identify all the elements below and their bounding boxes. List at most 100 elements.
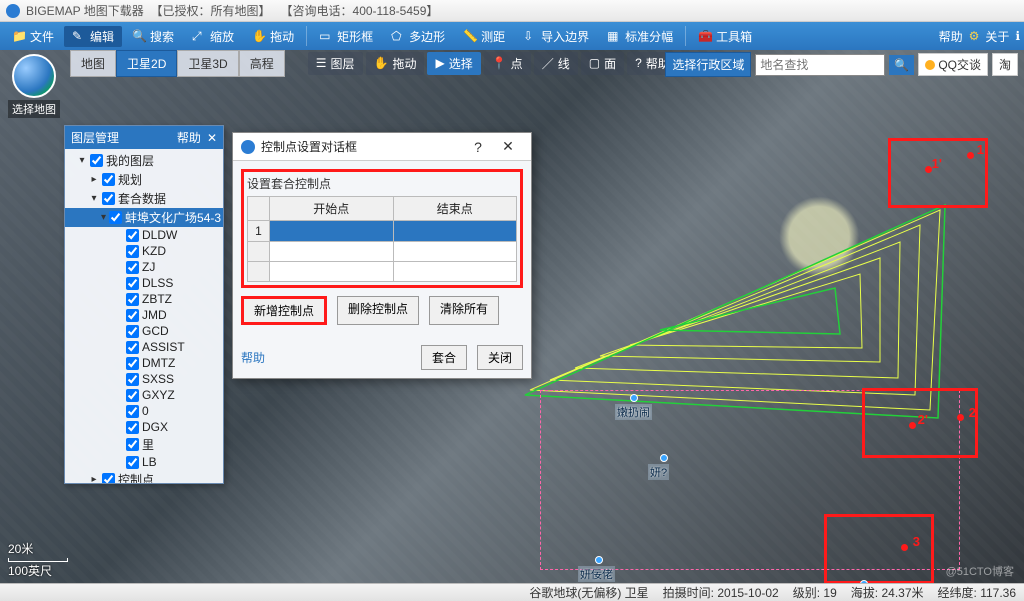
marker-3[interactable] [595, 556, 603, 564]
marker-2-label: 妍? [648, 464, 669, 480]
dialog-help-link[interactable]: 帮助 [241, 349, 265, 366]
rect-button[interactable]: ▭矩形框 [311, 26, 381, 47]
title-bar: BIGEMAP 地图下载器 【已授权：所有地图】 【咨询电话： 400-118-… [0, 0, 1024, 22]
place-search-input[interactable] [755, 54, 885, 76]
tree-node-plan[interactable]: ▸规划 [65, 170, 223, 189]
tree-leaf[interactable]: DLSS [65, 275, 223, 291]
point-tool[interactable]: 📍点 [484, 52, 531, 75]
tree-leaf[interactable]: JMD [65, 307, 223, 323]
tree-leaf[interactable]: ASSIST [65, 339, 223, 355]
edit-button[interactable]: ✎编辑 [64, 26, 122, 47]
point-1[interactable] [967, 152, 974, 159]
zoom-button[interactable]: ⤢缩放 [184, 26, 242, 47]
measure-button[interactable]: 📏测距 [455, 26, 513, 47]
taobao-button[interactable]: 淘 [992, 53, 1018, 76]
pin-icon: 📍 [492, 56, 507, 70]
tab-sat2d[interactable]: 卫星2D [116, 50, 177, 77]
info-icon[interactable]: ℹ [1015, 29, 1020, 43]
point-2[interactable] [957, 414, 964, 421]
table-row[interactable]: 1 [248, 221, 517, 242]
phone-label: 【咨询电话： [281, 2, 353, 19]
map-select-panel[interactable]: 选择地图 [8, 54, 60, 118]
layer-panel-header[interactable]: 图层管理 帮助 ✕ [65, 126, 223, 149]
clear-all-button[interactable]: 清除所有 [429, 296, 499, 325]
highlight-box-1 [888, 138, 988, 208]
tree-leaf[interactable]: ZBTZ [65, 291, 223, 307]
polygon-button[interactable]: ⬠多边形 [383, 26, 453, 47]
tree-node-controlpt[interactable]: ▸控制点 [65, 470, 223, 483]
chevron-right-icon[interactable]: ▸ [89, 474, 99, 483]
standard-button[interactable]: ▦标准分幅 [599, 26, 681, 47]
toolbox-icon: 🧰 [698, 29, 712, 43]
tree-leaf[interactable]: LB [65, 454, 223, 470]
dialog-icon [241, 140, 255, 154]
search-button[interactable]: 🔍搜索 [124, 26, 182, 47]
qq-chat-button[interactable]: QQ交谈 [918, 53, 988, 76]
tree-checkbox[interactable] [90, 154, 103, 167]
tree-leaf[interactable]: KZD [65, 243, 223, 259]
delete-point-button[interactable]: 删除控制点 [337, 296, 419, 325]
tree-leaf[interactable]: SXSS [65, 371, 223, 387]
layer-panel-close-icon[interactable]: ✕ [207, 131, 217, 145]
toolbox-button[interactable]: 🧰工具箱 [690, 26, 760, 47]
tree-node-overlay[interactable]: ▾套合数据 [65, 189, 223, 208]
dialog-titlebar[interactable]: 控制点设置对话框 ? ✕ [233, 133, 531, 161]
tree-leaf[interactable]: DMTZ [65, 355, 223, 371]
scale-meters: 20米 [8, 540, 68, 557]
tree-leaf[interactable]: DLDW [65, 227, 223, 243]
apply-button[interactable]: 套合 [421, 345, 467, 370]
layer-panel-help[interactable]: 帮助 [177, 129, 201, 146]
help-link[interactable]: 帮助 [939, 28, 963, 45]
tree-leaf[interactable]: ZJ [65, 259, 223, 275]
hand-icon: ✋ [252, 29, 266, 43]
layer-tree[interactable]: ▾我的图层 ▸规划 ▾套合数据 ▾蚌埠文化广场54-3 DLDWKZDZJDLS… [65, 149, 223, 483]
tree-leaf[interactable]: DGX [65, 419, 223, 435]
tree-leaf[interactable]: 0 [65, 403, 223, 419]
tab-elev[interactable]: 高程 [239, 50, 285, 77]
tree-root[interactable]: ▾我的图层 [65, 151, 223, 170]
layer-tool[interactable]: ☰图层 [308, 52, 363, 75]
marker-2[interactable] [660, 454, 668, 462]
chevron-down-icon[interactable]: ▾ [89, 193, 99, 204]
drag-button[interactable]: ✋拖动 [244, 26, 302, 47]
tab-sat3d[interactable]: 卫星3D [177, 50, 238, 77]
app-title: BIGEMAP 地图下载器 [26, 2, 144, 19]
surface-tool[interactable]: ▢面 [581, 52, 624, 75]
table-row[interactable] [248, 242, 517, 262]
add-point-button[interactable]: 新增控制点 [241, 296, 327, 325]
globe-icon [12, 54, 56, 98]
search-go-icon[interactable]: 🔍 [889, 55, 914, 75]
import-button[interactable]: ⇩导入边界 [515, 26, 597, 47]
chevron-right-icon[interactable]: ▸ [89, 174, 99, 185]
tree-leaf[interactable]: GXYZ [65, 387, 223, 403]
table-row[interactable] [248, 262, 517, 282]
tree-node-area[interactable]: ▾蚌埠文化广场54-3 [65, 208, 223, 227]
dialog-close-icon[interactable]: ✕ [493, 138, 523, 155]
close-button[interactable]: 关闭 [477, 345, 523, 370]
line-tool[interactable]: ／线 [534, 52, 578, 75]
point-1-label: 1 [977, 142, 984, 157]
polygon-icon: ⬠ [391, 29, 405, 43]
search-bar: 选择行政区域 🔍 QQ交谈 淘 [665, 52, 1018, 77]
about-link[interactable]: 关于 [985, 28, 1009, 45]
search-icon: 🔍 [132, 29, 146, 43]
gear-icon[interactable]: ⚙ [969, 29, 980, 43]
point-2b[interactable] [909, 422, 916, 429]
file-button[interactable]: 📁文件 [4, 26, 62, 47]
tree-leaf[interactable]: GCD [65, 323, 223, 339]
chevron-down-icon[interactable]: ▾ [77, 155, 87, 166]
drag-tool[interactable]: ✋拖动 [366, 52, 425, 75]
cell-end[interactable] [393, 221, 517, 242]
tree-leaf[interactable]: 里 [65, 435, 223, 454]
layer-panel: 图层管理 帮助 ✕ ▾我的图层 ▸规划 ▾套合数据 ▾蚌埠文化广场54-3 DL… [64, 125, 224, 484]
cell-start[interactable] [270, 221, 394, 242]
control-point-table[interactable]: 开始点结束点 1 [247, 196, 517, 282]
dialog-help-icon[interactable]: ? [463, 139, 493, 155]
main-toolbar: 📁文件 ✎编辑 🔍搜索 ⤢缩放 ✋拖动 ▭矩形框 ⬠多边形 📏测距 ⇩导入边界 … [0, 22, 1024, 50]
chevron-down-icon[interactable]: ▾ [101, 212, 106, 223]
tab-map[interactable]: 地图 [70, 50, 116, 77]
region-select[interactable]: 选择行政区域 [665, 52, 751, 77]
point-3[interactable] [901, 544, 908, 551]
marker-1[interactable] [630, 394, 638, 402]
select-tool[interactable]: ▶选择 [427, 52, 480, 75]
